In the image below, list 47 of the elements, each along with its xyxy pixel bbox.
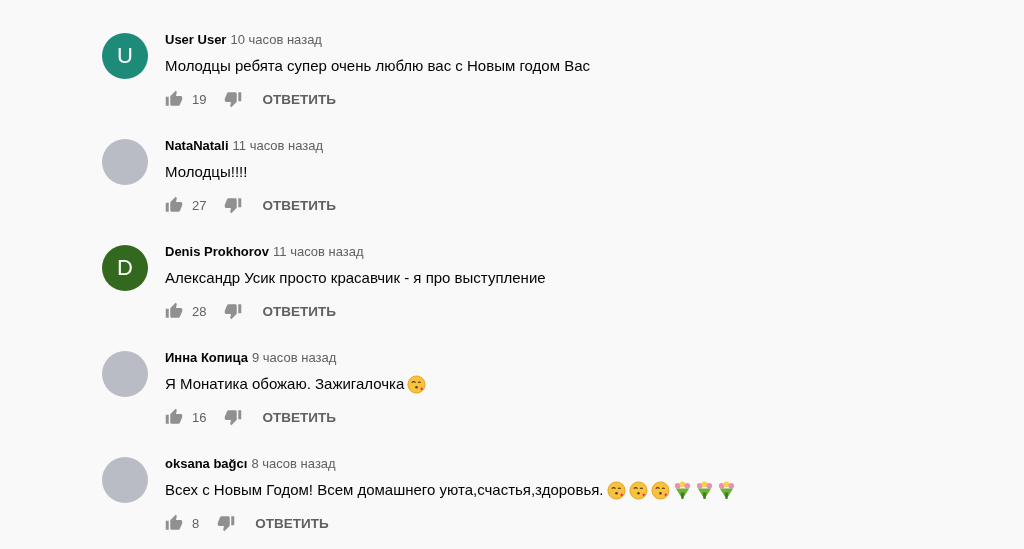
avatar-photo-placeholder (102, 457, 148, 503)
like-button[interactable] (165, 90, 183, 108)
like-count: 27 (192, 197, 207, 213)
comment-text: Я Монатика обожаю. Зажигалочка (165, 374, 405, 394)
letter-avatar: U (102, 33, 148, 79)
dislike-button[interactable] (217, 514, 236, 532)
comment-author[interactable]: Инна Копица (165, 350, 248, 365)
comment-text: Молодцы ребята супер очень люблю вас с Новым годом Вас (165, 56, 590, 76)
like-button[interactable] (165, 408, 183, 426)
like-count: 16 (192, 409, 207, 425)
reply-button[interactable]: ОТВЕТИТЬ (262, 299, 336, 323)
like-count: 28 (192, 303, 207, 319)
like-count: 19 (192, 91, 207, 107)
like-button[interactable] (165, 196, 183, 214)
bouquet-emoji-icon (672, 480, 692, 500)
like-count: 8 (192, 515, 200, 531)
kissing-face-emoji-icon (407, 374, 427, 394)
avatar-photo-placeholder (102, 139, 148, 185)
like-button[interactable] (165, 514, 183, 532)
reply-button[interactable]: ОТВЕТИТЬ (262, 405, 336, 429)
dislike-button[interactable] (224, 408, 243, 426)
kissing-face-emoji-icon (650, 480, 670, 500)
comment-time[interactable]: 11 часов назад (232, 138, 324, 153)
kissing-face-emoji-icon (628, 480, 648, 500)
like-button[interactable] (165, 302, 183, 320)
comment-text: Молодцы!!!! (165, 162, 248, 182)
comment-text: Александр Усик просто красавчик - я про выступление (165, 268, 546, 288)
reply-button[interactable]: ОТВЕТИТЬ (255, 511, 329, 535)
comment-time[interactable]: 8 часов назад (251, 456, 336, 471)
reply-button[interactable]: ОТВЕТИТЬ (262, 87, 336, 111)
comment-author[interactable]: User User (165, 32, 227, 47)
comment-time[interactable]: 9 часов назад (252, 350, 337, 365)
dislike-button[interactable] (224, 302, 243, 320)
avatar-photo-placeholder (102, 351, 148, 397)
comment-text: Всех с Новым Годом! Всем домашнего уюта,счастья,здоровья. (165, 480, 604, 500)
kissing-face-emoji-icon (606, 480, 626, 500)
bouquet-emoji-icon (716, 480, 736, 500)
dislike-button[interactable] (224, 90, 243, 108)
comment-author[interactable]: NataNatali (165, 138, 229, 153)
reply-button[interactable]: ОТВЕТИТЬ (262, 193, 336, 217)
comment-time[interactable]: 11 часов назад (273, 244, 364, 259)
comment-author[interactable]: Denis Prokhorov (165, 244, 270, 259)
dislike-button[interactable] (224, 196, 243, 214)
comment-time[interactable]: 10 часов назад (230, 32, 322, 47)
comment-author[interactable]: oksana bağcı (165, 456, 248, 471)
bouquet-emoji-icon (694, 480, 714, 500)
letter-avatar: D (102, 245, 148, 291)
